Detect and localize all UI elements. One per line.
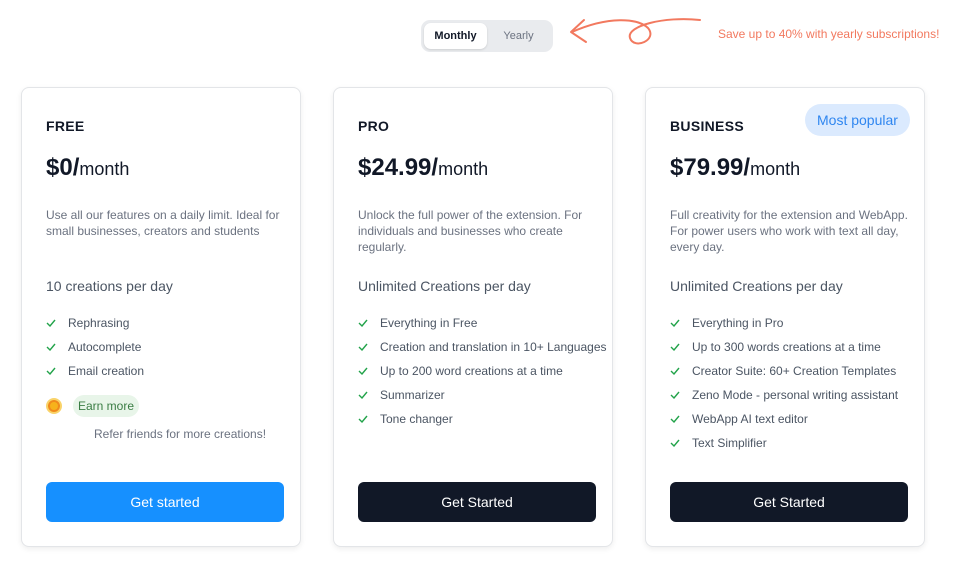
check-icon (358, 343, 368, 351)
feature-list: Everything in Pro Up to 300 words creati… (670, 315, 920, 459)
feature-item: Up to 200 word creations at a time (358, 363, 608, 379)
feature-list: Rephrasing Autocomplete Email creation (46, 315, 296, 387)
check-icon (358, 319, 368, 327)
check-icon (46, 367, 56, 375)
check-icon (46, 319, 56, 327)
feature-item: Everything in Pro (670, 315, 920, 331)
feature-label: Text Simplifier (692, 436, 767, 450)
coin-icon (46, 398, 62, 414)
yearly-savings-note: Save up to 40% with yearly subscriptions… (718, 27, 940, 41)
plan-name: PRO (358, 118, 390, 134)
check-icon (358, 391, 368, 399)
feature-item: Tone changer (358, 411, 608, 427)
check-icon (670, 343, 680, 351)
feature-item: Creation and translation in 10+ Language… (358, 339, 608, 355)
billing-toggle[interactable]: Monthly Yearly (421, 20, 553, 52)
price-period: month (79, 159, 130, 179)
feature-label: Tone changer (380, 412, 453, 426)
feature-item: Rephrasing (46, 315, 296, 331)
feature-label: Creation and translation in 10+ Language… (380, 340, 607, 354)
plan-quota: Unlimited Creations per day (358, 278, 531, 294)
feature-label: Zeno Mode - personal writing assistant (692, 388, 899, 402)
check-icon (670, 367, 680, 375)
plan-name: FREE (46, 118, 85, 134)
feature-item: Zeno Mode - personal writing assistant (670, 387, 920, 403)
get-started-free-button[interactable]: Get started (46, 482, 284, 522)
feature-label: Up to 300 words creations at a time (692, 340, 881, 354)
feature-label: Autocomplete (68, 340, 142, 354)
feature-label: Rephrasing (68, 316, 130, 330)
feature-list: Everything in Free Creation and translat… (358, 315, 608, 435)
feature-label: Everything in Free (380, 316, 478, 330)
check-icon (670, 391, 680, 399)
check-icon (46, 343, 56, 351)
feature-item: Up to 300 words creations at a time (670, 339, 920, 355)
feature-item: Creator Suite: 60+ Creation Templates (670, 363, 920, 379)
plan-price: $0/month (46, 154, 129, 182)
feature-item: WebApp AI text editor (670, 411, 920, 427)
feature-label: Summarizer (380, 388, 445, 402)
check-icon (358, 367, 368, 375)
price-amount: $0/ (46, 154, 80, 181)
plan-name: BUSINESS (670, 118, 744, 134)
feature-item: Text Simplifier (670, 435, 920, 451)
price-amount: $79.99/ (670, 154, 751, 181)
get-started-pro-button[interactable]: Get Started (358, 482, 596, 522)
curved-arrow-icon (570, 18, 701, 45)
feature-label: Creator Suite: 60+ Creation Templates (692, 364, 897, 378)
feature-item: Summarizer (358, 387, 608, 403)
feature-label: Up to 200 word creations at a time (380, 364, 563, 378)
feature-item: Autocomplete (46, 339, 296, 355)
feature-label: WebApp AI text editor (692, 412, 808, 426)
feature-label: Everything in Pro (692, 316, 784, 330)
plan-price: $79.99/month (670, 154, 800, 182)
feature-item: Everything in Free (358, 315, 608, 331)
plan-description: Full creativity for the extension and We… (670, 208, 908, 254)
plan-quota: 10 creations per day (46, 278, 173, 294)
check-icon (670, 319, 680, 327)
get-started-business-button[interactable]: Get Started (670, 482, 908, 522)
check-icon (358, 415, 368, 423)
earn-more-link[interactable]: Earn more (73, 395, 140, 417)
plan-card-business: BUSINESS Most popular $79.99/month Full … (645, 87, 925, 547)
feature-label: Email creation (68, 364, 145, 378)
earn-more-row: Earn more (46, 395, 140, 417)
check-icon (670, 439, 680, 447)
most-popular-badge: Most popular (805, 104, 910, 136)
yearly-option[interactable]: Yearly (487, 23, 550, 49)
plan-quota: Unlimited Creations per day (670, 278, 843, 294)
plan-card-free: FREE $0/month Use all our features on a … (21, 87, 301, 547)
plan-description: Use all our features on a daily limit. I… (46, 208, 280, 238)
plan-price: $24.99/month (358, 154, 488, 182)
price-period: month (750, 159, 801, 179)
plan-card-pro: PRO $24.99/month Unlock the full power o… (333, 87, 613, 547)
refer-friends-note: Refer friends for more creations! (94, 427, 267, 441)
price-amount: $24.99/ (358, 154, 439, 181)
feature-item: Email creation (46, 363, 296, 379)
plan-description: Unlock the full power of the extension. … (358, 208, 583, 254)
check-icon (670, 415, 680, 423)
price-period: month (438, 159, 489, 179)
monthly-option[interactable]: Monthly (424, 23, 487, 49)
